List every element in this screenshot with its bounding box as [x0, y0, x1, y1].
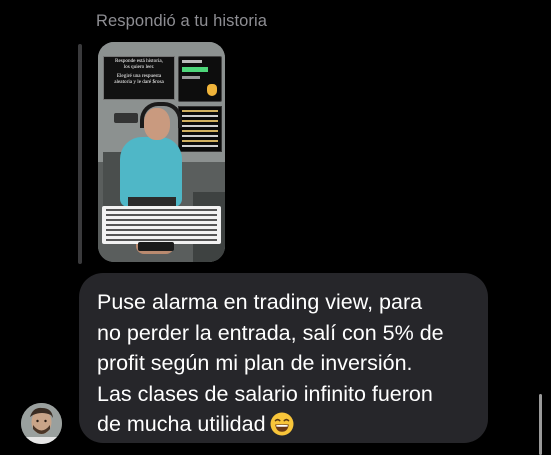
story-caption — [102, 206, 221, 244]
avatar[interactable] — [21, 403, 62, 444]
reply-label: Respondió a tu historia — [96, 12, 268, 30]
message-line-1: Puse alarma en trading view, para — [97, 290, 423, 314]
message-line-3: profit según mi plan de inversión. — [97, 351, 413, 376]
money-bag-icon — [207, 84, 217, 96]
avatar-image — [21, 403, 62, 444]
message-line-4: Las clases de salario infinito fueron — [97, 381, 433, 406]
scrollbar[interactable] — [539, 394, 542, 455]
grinning-face-icon — [270, 412, 294, 436]
story-thumbnail[interactable]: Responde está historia, los quiero leer.… — [98, 42, 225, 262]
message-bubble[interactable]: Puse alarma en trading view, para no per… — [79, 273, 488, 443]
story-text-card — [178, 106, 222, 152]
story-sticker — [114, 113, 138, 123]
headphones-icon — [140, 102, 182, 128]
story-question-card: Responde está historia, los quiero leer.… — [103, 56, 175, 100]
reply-quote-bar — [78, 44, 82, 264]
message-line-2: no perder la entrada, salí con 5% de — [97, 320, 444, 345]
message-line-5: de mucha utilidad — [97, 412, 266, 437]
message-line-5-wrap: de mucha utilidad — [97, 409, 470, 440]
story-card-line-2: los quiero leer. — [123, 64, 155, 70]
story-card-line-4: aleatoria y le daré $rosa — [114, 79, 164, 85]
story-link-badge — [138, 242, 174, 251]
message-text: Puse alarma en trading view, para no per… — [97, 287, 470, 440]
story-trade-screenshot — [178, 56, 222, 102]
